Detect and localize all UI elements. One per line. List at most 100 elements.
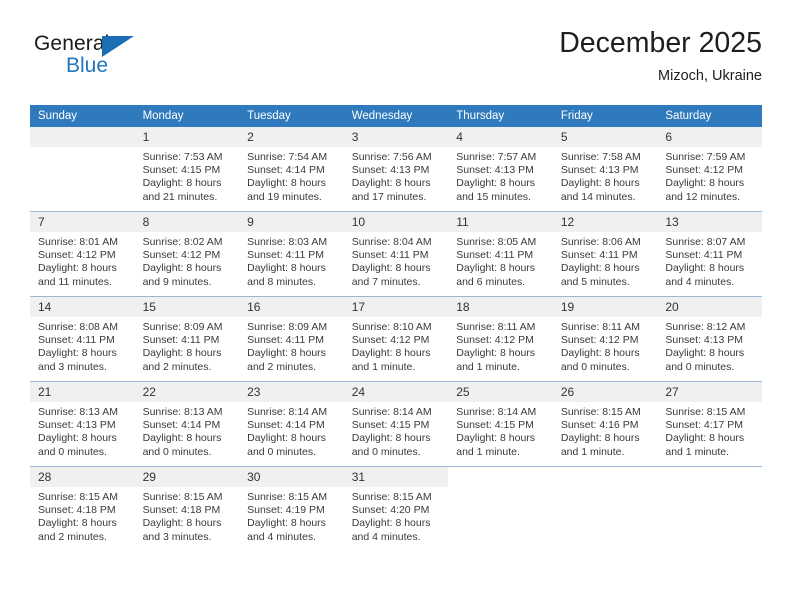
sunset-text: Sunset: 4:12 PM xyxy=(351,334,430,347)
daylight-text-line2: and 4 minutes. xyxy=(665,275,735,288)
calendar-day-cell[interactable]: 31 Sunrise: 8:15 AM Sunset: 4:20 PM Dayligh… xyxy=(343,467,449,551)
sunrise-text: Sunrise: 8:15 AM xyxy=(247,491,328,503)
calendar-day-cell[interactable]: 8 Sunrise: 8:02 AM Sunset: 4:12 PM Daylight… xyxy=(134,212,240,296)
daylight-text-line1: Daylight: 8 hours xyxy=(351,262,431,275)
daylight-text-line2: and 19 minutes. xyxy=(247,190,322,203)
daylight-text-line2: and 1 minute. xyxy=(560,445,625,458)
day-number: 27 xyxy=(657,382,762,402)
brand-name-general: General xyxy=(34,32,110,55)
day-number: 4 xyxy=(448,127,553,147)
calendar-table: Sunday Monday Tuesday Wednesday Thursday Frid… xyxy=(30,105,762,551)
daylight-text-line2: and 2 minutes. xyxy=(38,530,107,543)
daylight-text-line2: and 3 minutes. xyxy=(38,360,107,373)
day-details: Sunrise: 8:04 AM Sunset: 4:11 PM Daylight:… xyxy=(344,232,449,289)
calendar-day-cell[interactable]: 20 Sunrise: 8:12 AM Sunset: 4:13 PM Dayligh… xyxy=(657,297,762,381)
calendar-week-row: 7 Sunrise: 8:01 AM Sunset: 4:12 PM Daylight… xyxy=(30,211,762,297)
day-details: Sunrise: 8:14 AM Sunset: 4:15 PM Daylight:… xyxy=(448,402,553,459)
calendar-day-cell[interactable]: 3 Sunrise: 7:56 AM Sunset: 4:13 PM Daylight… xyxy=(343,127,449,211)
calendar-day-cell[interactable]: 26 Sunrise: 8:15 AM Sunset: 4:16 PM Dayligh… xyxy=(552,382,658,466)
sunset-text: Sunset: 4:14 PM xyxy=(142,419,221,432)
calendar-day-cell[interactable]: 15 Sunrise: 8:09 AM Sunset: 4:11 PM Dayligh… xyxy=(134,297,240,381)
daylight-text-line1: Daylight: 8 hours xyxy=(456,177,536,190)
calendar-day-cell[interactable]: 27 Sunrise: 8:15 AM Sunset: 4:17 PM Dayligh… xyxy=(657,382,762,466)
sunrise-text: Sunrise: 8:14 AM xyxy=(351,406,432,418)
weekday-header-tuesday: Tuesday xyxy=(239,105,344,127)
calendar-day-cell[interactable]: 4 Sunrise: 7:57 AM Sunset: 4:13 PM Daylight… xyxy=(448,127,553,211)
daylight-text-line2: and 21 minutes. xyxy=(142,190,218,203)
day-details: Sunrise: 8:02 AM Sunset: 4:12 PM Daylight:… xyxy=(135,232,240,289)
calendar-day-cell[interactable]: 28 Sunrise: 8:15 AM Sunset: 4:18 PM Dayligh… xyxy=(30,467,135,551)
calendar-day-cell[interactable]: 1 Sunrise: 7:53 AM Sunset: 4:15 PM Daylight… xyxy=(134,127,240,211)
day-details: Sunrise: 7:57 AM Sunset: 4:13 PM Daylight:… xyxy=(448,147,553,204)
sunset-text: Sunset: 4:12 PM xyxy=(456,334,534,347)
daylight-text-line1: Daylight: 8 hours xyxy=(247,177,326,190)
sunrise-text: Sunrise: 8:02 AM xyxy=(142,236,223,248)
daylight-text-line2: and 14 minutes. xyxy=(560,190,636,203)
sunset-text: Sunset: 4:19 PM xyxy=(247,504,325,517)
day-details: Sunrise: 8:11 AM Sunset: 4:12 PM Daylight:… xyxy=(448,317,553,374)
day-details: Sunrise: 8:15 AM Sunset: 4:20 PM Daylight:… xyxy=(344,487,449,544)
daylight-text-line2: and 9 minutes. xyxy=(142,275,212,288)
daylight-text-line1: Daylight: 8 hours xyxy=(456,347,536,360)
calendar-day-cell[interactable]: 24 Sunrise: 8:14 AM Sunset: 4:15 PM Dayligh… xyxy=(343,382,449,466)
daylight-text-line2: and 1 minute. xyxy=(351,360,416,373)
daylight-text-line1: Daylight: 8 hours xyxy=(560,432,640,445)
daylight-text-line2: and 7 minutes. xyxy=(351,275,421,288)
daylight-text-line1: Daylight: 8 hours xyxy=(142,517,222,530)
calendar-day-cell[interactable]: 11 Sunrise: 8:05 AM Sunset: 4:11 PM Dayligh… xyxy=(448,212,553,296)
calendar-day-cell[interactable]: 10 Sunrise: 8:04 AM Sunset: 4:11 PM Dayligh… xyxy=(343,212,449,296)
day-details: Sunrise: 8:15 AM Sunset: 4:18 PM Daylight:… xyxy=(135,487,240,544)
daylight-text-line1: Daylight: 8 hours xyxy=(560,177,640,190)
daylight-text-line1: Daylight: 8 hours xyxy=(247,432,326,445)
page-header: General Blue December 2025 Mizoch, Ukrai… xyxy=(30,26,762,102)
sunset-text: Sunset: 4:17 PM xyxy=(665,419,744,432)
calendar-day-cell[interactable]: 23 Sunrise: 8:14 AM Sunset: 4:14 PM Dayligh… xyxy=(239,382,344,466)
sunset-text: Sunset: 4:13 PM xyxy=(351,164,430,177)
day-number: 19 xyxy=(552,297,658,317)
sunset-text: Sunset: 4:18 PM xyxy=(142,504,221,517)
brand-logo[interactable]: General Blue xyxy=(34,32,274,94)
sunset-text: Sunset: 4:13 PM xyxy=(665,334,744,347)
sunrise-text: Sunrise: 8:10 AM xyxy=(351,321,432,333)
calendar-day-cell[interactable]: 19 Sunrise: 8:11 AM Sunset: 4:12 PM Dayligh… xyxy=(552,297,658,381)
daylight-text-line2: and 11 minutes. xyxy=(38,275,112,288)
calendar-day-cell[interactable]: 18 Sunrise: 8:11 AM Sunset: 4:12 PM Dayligh… xyxy=(448,297,553,381)
day-details: Sunrise: 7:58 AM Sunset: 4:13 PM Daylight:… xyxy=(553,147,658,204)
calendar-day-cell[interactable]: 13 Sunrise: 8:07 AM Sunset: 4:11 PM Dayligh… xyxy=(657,212,762,296)
calendar-day-cell[interactable]: 25 Sunrise: 8:14 AM Sunset: 4:15 PM Dayligh… xyxy=(448,382,553,466)
calendar-day-cell[interactable]: 2 Sunrise: 7:54 AM Sunset: 4:14 PM Daylight… xyxy=(239,127,344,211)
calendar-day-cell[interactable]: 7 Sunrise: 8:01 AM Sunset: 4:12 PM Daylight… xyxy=(30,212,135,296)
daylight-text-line2: and 15 minutes. xyxy=(456,190,531,203)
sunset-text: Sunset: 4:15 PM xyxy=(142,164,221,177)
calendar-day-cell[interactable]: 5 Sunrise: 7:58 AM Sunset: 4:13 PM Daylight… xyxy=(552,127,658,211)
sunset-text: Sunset: 4:20 PM xyxy=(351,504,430,517)
calendar-day-cell[interactable]: 22 Sunrise: 8:13 AM Sunset: 4:14 PM Dayligh… xyxy=(134,382,240,466)
calendar-day-cell[interactable]: 12 Sunrise: 8:06 AM Sunset: 4:11 PM Dayligh… xyxy=(552,212,658,296)
day-number: 17 xyxy=(343,297,449,317)
calendar-day-cell[interactable]: 30 Sunrise: 8:15 AM Sunset: 4:19 PM Dayligh… xyxy=(239,467,344,551)
sunrise-text: Sunrise: 8:05 AM xyxy=(456,236,537,248)
calendar-day-cell[interactable]: 9 Sunrise: 8:03 AM Sunset: 4:11 PM Daylight… xyxy=(239,212,344,296)
daylight-text-line1: Daylight: 8 hours xyxy=(142,262,222,275)
daylight-text-line1: Daylight: 8 hours xyxy=(351,517,431,530)
daylight-text-line2: and 1 minute. xyxy=(665,445,730,458)
weekday-header-saturday: Saturday xyxy=(657,105,762,127)
daylight-text-line1: Daylight: 8 hours xyxy=(142,347,222,360)
sunset-text: Sunset: 4:11 PM xyxy=(351,249,429,262)
calendar-week-row: 1 Sunrise: 7:53 AM Sunset: 4:15 PM Daylight… xyxy=(30,127,762,212)
sunset-text: Sunset: 4:15 PM xyxy=(456,419,534,432)
sunset-text: Sunset: 4:13 PM xyxy=(38,419,116,432)
sunrise-text: Sunrise: 8:08 AM xyxy=(38,321,118,333)
calendar-day-cell[interactable]: 6 Sunrise: 7:59 AM Sunset: 4:12 PM Daylight… xyxy=(657,127,762,211)
calendar-day-cell[interactable]: 16 Sunrise: 8:09 AM Sunset: 4:11 PM Dayligh… xyxy=(239,297,344,381)
daylight-text-line1: Daylight: 8 hours xyxy=(560,262,640,275)
calendar-day-cell[interactable]: 29 Sunrise: 8:15 AM Sunset: 4:18 PM Dayligh… xyxy=(134,467,240,551)
daylight-text-line2: and 0 minutes. xyxy=(142,445,212,458)
calendar-day-cell[interactable]: 14 Sunrise: 8:08 AM Sunset: 4:11 PM Dayligh… xyxy=(30,297,135,381)
calendar-day-cell[interactable]: 17 Sunrise: 8:10 AM Sunset: 4:12 PM Dayligh… xyxy=(343,297,449,381)
sunset-text: Sunset: 4:12 PM xyxy=(38,249,116,262)
sunrise-text: Sunrise: 8:14 AM xyxy=(247,406,328,418)
daylight-text-line1: Daylight: 8 hours xyxy=(38,347,117,360)
calendar-day-cell[interactable]: 21 Sunrise: 8:13 AM Sunset: 4:13 PM Dayligh… xyxy=(30,382,135,466)
daylight-text-line2: and 2 minutes. xyxy=(247,360,317,373)
